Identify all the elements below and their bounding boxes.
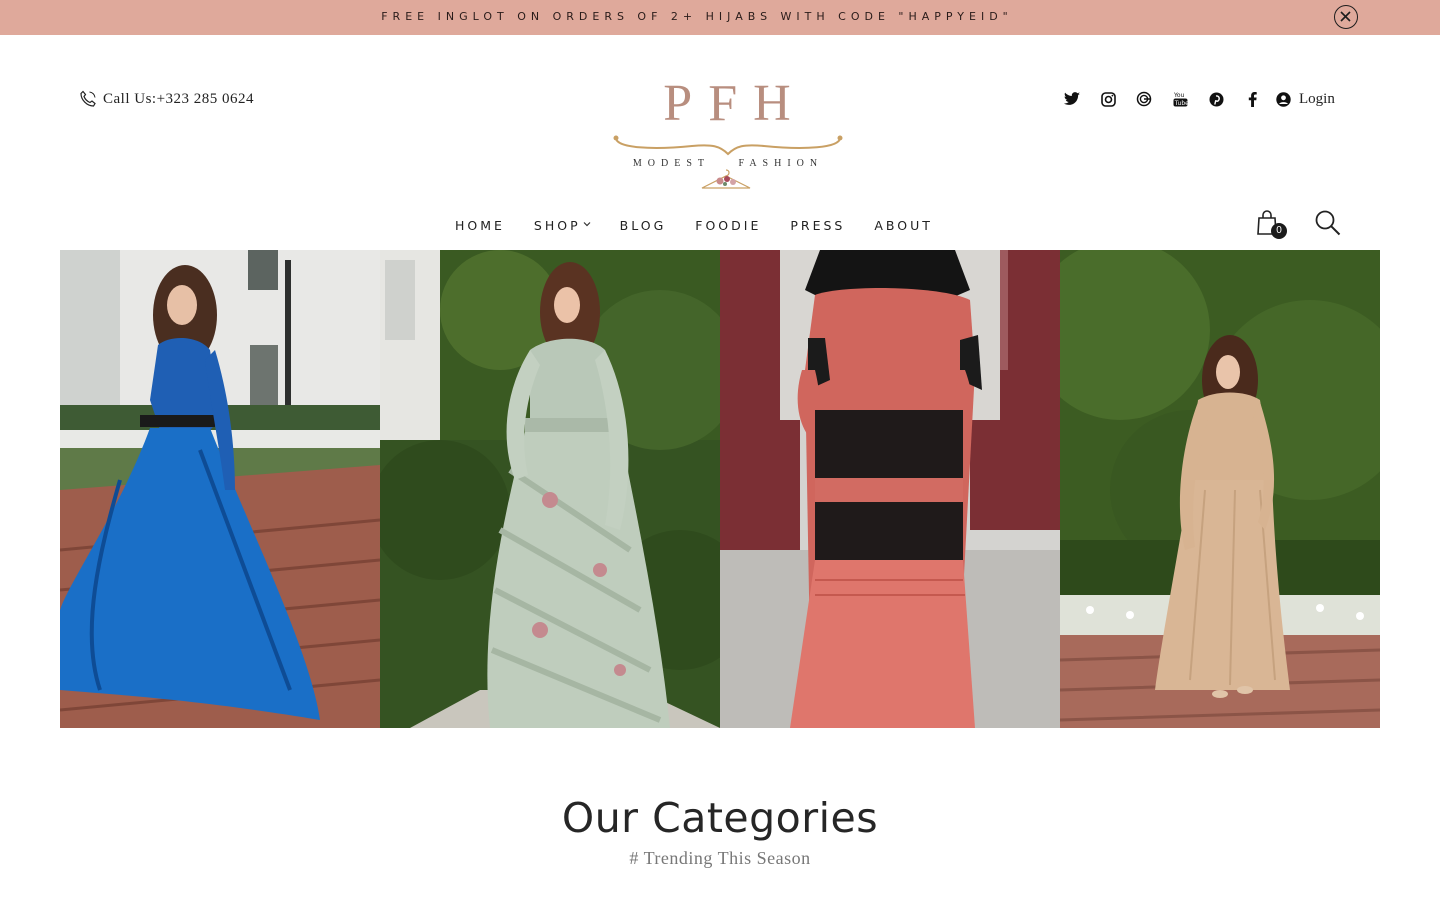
logo-mark: PFH	[663, 75, 807, 132]
nav-item-foodie[interactable]: FOODIE	[695, 218, 761, 233]
twitter-icon[interactable]	[1062, 89, 1082, 109]
nav-item-blog[interactable]: BLOG	[620, 218, 667, 233]
call-us-label: Call Us:+323 285 0624	[103, 90, 255, 107]
nav-label-press: PRESS	[790, 217, 846, 233]
hero-panel-coral-dress[interactable]	[720, 250, 1060, 728]
cart-count-badge: 0	[1271, 223, 1287, 239]
nav-label-foodie: FOODIE	[695, 217, 762, 233]
nav-item-home[interactable]: HOME	[455, 218, 505, 233]
search-icon	[1315, 210, 1341, 236]
categories-subtitle: # Trending This Season	[629, 848, 811, 868]
hero-gallery	[60, 250, 1380, 728]
cart-button[interactable]: 0	[1256, 209, 1288, 241]
nav-label-shop: SHOP	[533, 217, 581, 233]
search-button[interactable]	[1314, 209, 1342, 237]
nav-label-about: ABOUT	[874, 217, 933, 233]
promo-banner: FREE INGLOT ON ORDERS OF 2+ HIJABS WITH …	[0, 0, 1440, 35]
promo-text: FREE INGLOT ON ORDERS OF 2+ HIJABS WITH …	[381, 10, 1013, 23]
blue-dress-photo	[60, 250, 380, 728]
coral-dress-photo	[720, 250, 1060, 728]
hero-panel-sage-dress[interactable]	[380, 250, 720, 728]
close-icon	[1340, 11, 1351, 22]
categories-title: Our Categories	[561, 794, 879, 842]
instagram-icon[interactable]	[1098, 89, 1118, 109]
hero-panel-beige-dress[interactable]	[1060, 250, 1380, 728]
nav-item-shop[interactable]: SHOP	[534, 218, 591, 233]
pinterest-icon[interactable]	[1206, 89, 1226, 109]
chevron-down-icon	[583, 222, 591, 227]
social-links: You Tube Login	[1062, 89, 1335, 109]
nav-label-blog: BLOG	[619, 217, 667, 233]
site-logo[interactable]: PFH MODEST FASHION	[612, 76, 844, 194]
user-icon	[1276, 91, 1291, 107]
phone-icon	[80, 90, 96, 107]
login-label: Login	[1299, 90, 1335, 107]
google-icon[interactable]	[1134, 89, 1154, 109]
svg-text:You: You	[1173, 92, 1185, 99]
nav-label-home: HOME	[455, 217, 505, 233]
sage-dress-photo	[380, 250, 720, 728]
facebook-icon[interactable]	[1242, 89, 1262, 109]
hanger-flower-icon	[701, 169, 751, 189]
main-nav: HOME SHOP BLOG FOODIE PRESS ABOUT	[455, 216, 962, 234]
login-link[interactable]: Login	[1276, 91, 1335, 108]
svg-text:Tube: Tube	[1173, 100, 1187, 107]
nav-item-press[interactable]: PRESS	[790, 218, 845, 233]
beige-dress-photo	[1060, 250, 1380, 728]
nav-item-about[interactable]: ABOUT	[874, 218, 933, 233]
youtube-icon[interactable]: You Tube	[1170, 89, 1190, 109]
logo-swirl	[613, 135, 843, 156]
hero-panel-blue-dress[interactable]	[60, 250, 380, 728]
close-promo-button[interactable]	[1334, 5, 1358, 29]
call-us[interactable]: Call Us:+323 285 0624	[79, 88, 254, 110]
